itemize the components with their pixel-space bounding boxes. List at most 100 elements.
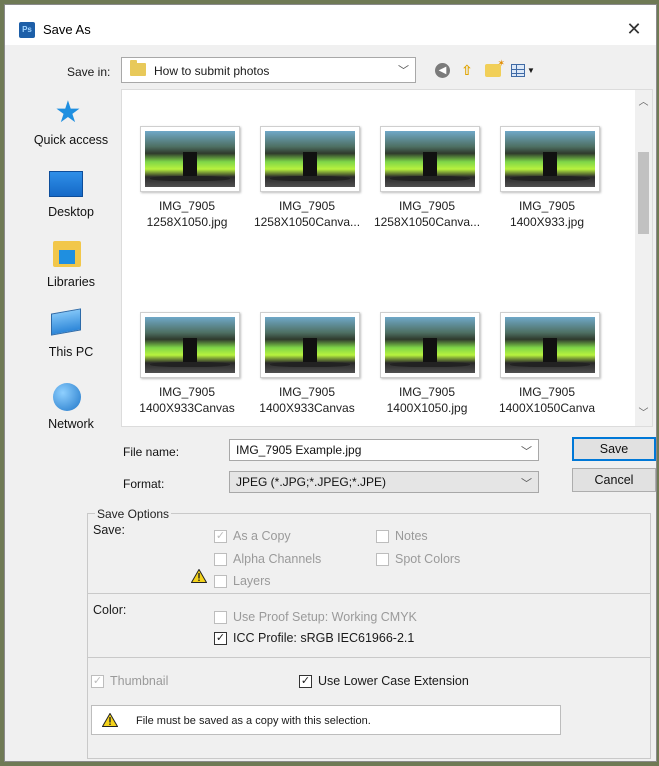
- title-bar: Ps Save As ✕: [5, 5, 656, 45]
- view-menu-button[interactable]: ▼: [510, 61, 536, 79]
- notes-label: Notes: [395, 529, 428, 543]
- file-item[interactable]: IMG_7905 1258X1050.jpg: [128, 90, 246, 240]
- scroll-up-icon[interactable]: ︿: [635, 94, 652, 111]
- format-dropdown[interactable]: JPEG (*.JPG;*.JPEG;*.JPE) ﹀: [229, 471, 539, 493]
- file-name-line1: IMG_7905: [518, 199, 576, 213]
- save-button[interactable]: Save: [572, 437, 656, 461]
- as-a-copy-checkbox[interactable]: ✓: [214, 530, 227, 543]
- save-in-dropdown[interactable]: How to submit photos ﹀: [121, 57, 416, 83]
- file-name-line2: 1400X1050.jpg: [386, 401, 468, 415]
- chevron-down-icon: ﹀: [398, 65, 409, 77]
- desktop-icon: [49, 171, 83, 197]
- save-in-value: How to submit photos: [154, 64, 270, 78]
- lower-case-extension-label: Use Lower Case Extension: [318, 674, 469, 688]
- window-title: Save As: [43, 22, 91, 37]
- vertical-scrollbar[interactable]: ︿ ﹀: [635, 90, 652, 426]
- use-proof-setup-label: Use Proof Setup: Working CMYK: [233, 610, 417, 624]
- photoshop-icon: Ps: [19, 22, 35, 38]
- up-folder-icon[interactable]: ⇧: [458, 61, 476, 79]
- new-folder-button[interactable]: [484, 58, 505, 79]
- place-label: Desktop: [48, 205, 94, 219]
- file-name-value: IMG_7905 Example.jpg: [236, 443, 362, 457]
- file-name-line1: IMG_7905: [158, 385, 216, 399]
- place-libraries[interactable]: Libraries: [21, 235, 121, 301]
- file-item[interactable]: IMG_7905 1400X933Canvas: [248, 276, 366, 426]
- place-desktop[interactable]: Desktop: [21, 165, 121, 231]
- photo-preview: [145, 317, 235, 373]
- icc-profile-label: ICC Profile: sRGB IEC61966-2.1: [233, 631, 415, 645]
- use-proof-setup-checkbox[interactable]: [214, 611, 227, 624]
- close-button[interactable]: ✕: [622, 17, 646, 41]
- warning-message-box: File must be saved as a copy with this s…: [91, 705, 561, 735]
- icc-profile-checkbox[interactable]: ✓: [214, 632, 227, 645]
- chevron-down-icon[interactable]: ﹀: [521, 443, 532, 459]
- alpha-channels-label: Alpha Channels: [233, 552, 322, 566]
- warning-text: File must be saved as a copy with this s…: [136, 715, 371, 727]
- places-bar: ★ Quick access Desktop Libraries This PC…: [21, 93, 121, 443]
- spot-colors-checkbox[interactable]: [376, 553, 389, 566]
- photo-preview: [265, 131, 355, 187]
- divider: [88, 593, 650, 594]
- folder-icon: [130, 60, 146, 76]
- thumbnail-checkbox[interactable]: ✓: [91, 675, 104, 688]
- layers-checkbox[interactable]: [214, 575, 227, 588]
- check-icon: ✓: [215, 632, 226, 644]
- file-name-line2: 1258X1050Canva...: [253, 215, 361, 229]
- photo-preview: [385, 317, 475, 373]
- notes-checkbox[interactable]: [376, 530, 389, 543]
- file-name-line1: IMG_7905: [278, 385, 336, 399]
- place-network[interactable]: Network: [21, 377, 121, 443]
- check-icon: ✓: [92, 675, 103, 687]
- file-browser[interactable]: IMG_7905 1258X1050.jpg IMG_7905 1258X105…: [121, 89, 653, 427]
- chevron-down-icon: ﹀: [521, 478, 532, 490]
- photo-preview: [385, 131, 475, 187]
- computer-icon: [51, 308, 81, 336]
- file-name-line1: IMG_7905: [398, 199, 456, 213]
- lower-case-extension-checkbox[interactable]: ✓: [299, 675, 312, 688]
- file-item[interactable]: IMG_7905 1400X1050Canva: [488, 276, 606, 426]
- new-folder-icon: [485, 58, 505, 77]
- place-this-pc[interactable]: This PC: [21, 305, 121, 371]
- file-name-line2: 1400X933Canvas: [259, 401, 355, 415]
- save-in-label: Save in:: [67, 65, 111, 79]
- format-value: JPEG (*.JPG;*.JPEG;*.JPE): [236, 475, 387, 489]
- save-as-dialog: Ps Save As ✕ Save in: How to submit phot…: [4, 4, 657, 762]
- file-thumbnail: [380, 312, 480, 378]
- scroll-down-icon[interactable]: ﹀: [635, 405, 652, 422]
- divider: [88, 657, 650, 658]
- file-item[interactable]: IMG_7905 1258X1050Canva...: [248, 90, 366, 240]
- place-label: Libraries: [47, 275, 95, 289]
- warning-icon: [191, 569, 207, 583]
- back-icon[interactable]: ◀: [435, 62, 450, 78]
- photo-preview: [265, 317, 355, 373]
- file-thumbnail: [500, 312, 600, 378]
- alpha-channels-checkbox[interactable]: [214, 553, 227, 566]
- libraries-icon: [53, 241, 81, 267]
- save-label: Save:: [93, 523, 125, 537]
- file-name-line2: 1258X1050Canva...: [373, 215, 481, 229]
- network-icon: [53, 383, 81, 411]
- check-icon: ✓: [300, 675, 311, 687]
- file-item[interactable]: IMG_7905 1400X933Canvas: [128, 276, 246, 426]
- file-name-line2: 1258X1050.jpg: [146, 215, 228, 229]
- file-item[interactable]: IMG_7905 1400X1050.jpg: [368, 276, 486, 426]
- file-name-input[interactable]: IMG_7905 Example.jpg ﹀: [229, 439, 539, 461]
- file-name-line2: 1400X933.jpg: [509, 215, 585, 229]
- file-item[interactable]: IMG_7905 1400X933.jpg: [488, 90, 606, 240]
- layers-label: Layers: [233, 574, 271, 588]
- file-item[interactable]: IMG_7905 1258X1050Canva...: [368, 90, 486, 240]
- file-thumbnail: [260, 312, 360, 378]
- as-a-copy-label: As a Copy: [233, 529, 291, 543]
- spot-colors-label: Spot Colors: [395, 552, 461, 566]
- file-thumbnail: [140, 312, 240, 378]
- place-quick-access[interactable]: ★ Quick access: [21, 93, 121, 159]
- view-grid-icon: [511, 63, 526, 77]
- cancel-button[interactable]: Cancel: [572, 468, 656, 492]
- place-label: This PC: [48, 345, 94, 359]
- scroll-thumb[interactable]: [638, 152, 649, 234]
- save-options-title: Save Options: [95, 507, 172, 521]
- file-name-line1: IMG_7905: [158, 199, 216, 213]
- navigation-toolbar: ◀ ⇧ ▼: [435, 58, 536, 80]
- place-label: Quick access: [33, 133, 109, 147]
- photo-preview: [505, 131, 595, 187]
